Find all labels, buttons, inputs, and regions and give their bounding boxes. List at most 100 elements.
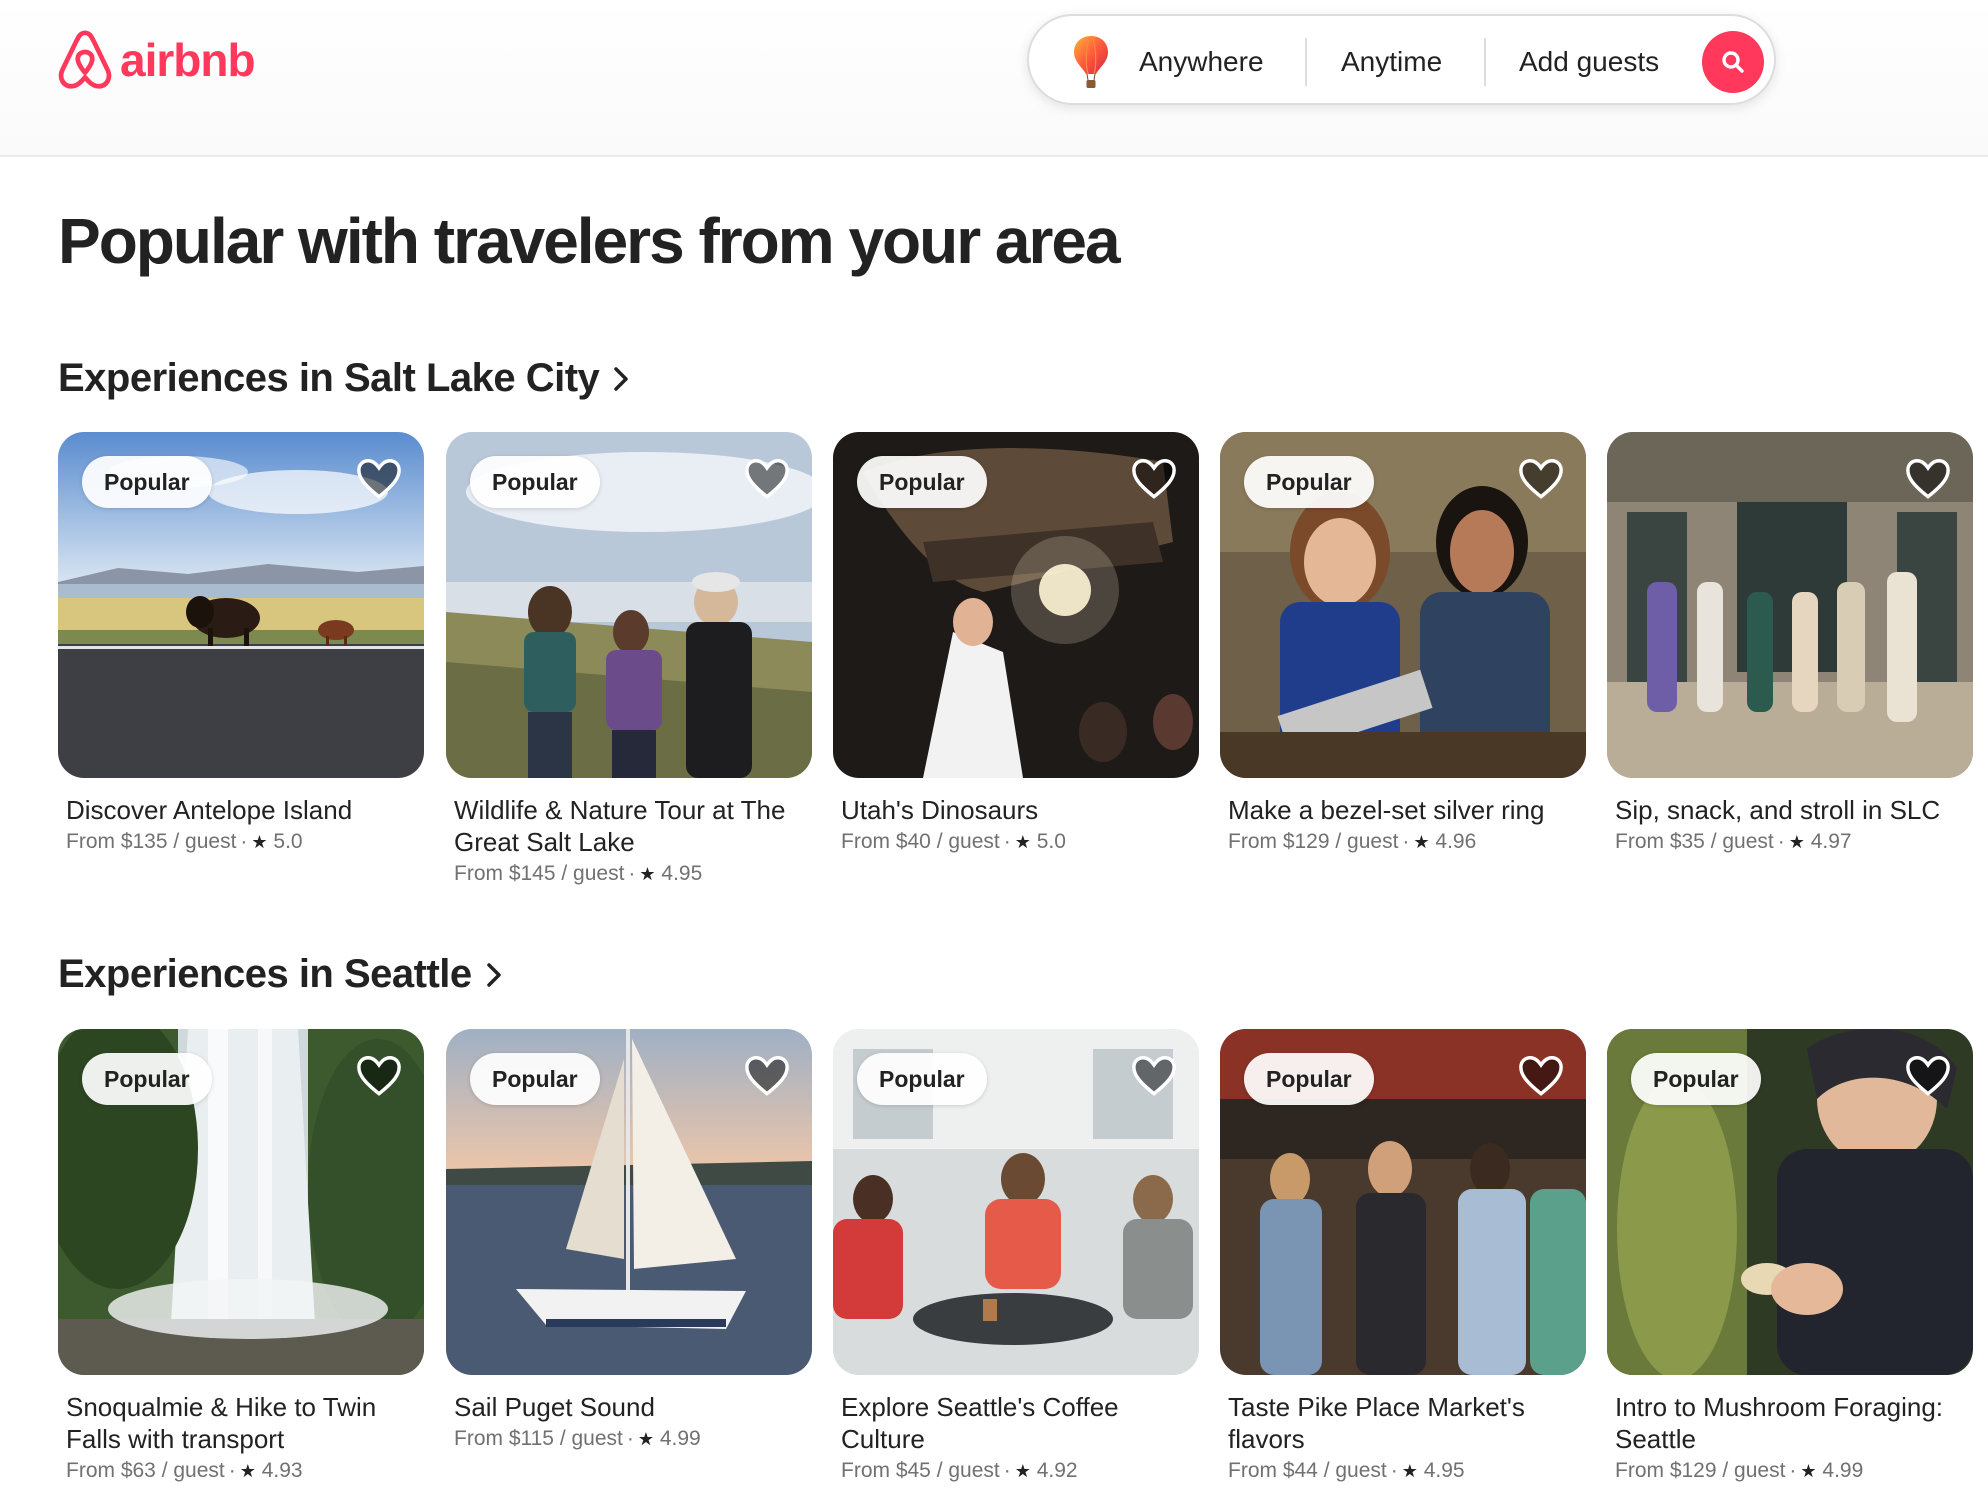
experience-card[interactable]: Popular Snoqualmie & Hike to Twin Falls … <box>58 1029 424 1487</box>
card-price: From $40 / guest <box>841 830 1000 853</box>
search-button[interactable] <box>1702 31 1764 93</box>
airbnb-logo[interactable]: airbnb <box>56 28 256 92</box>
card-price-rating: From $44 / guest · ★ 4.95 <box>1228 1459 1465 1482</box>
star-icon: ★ <box>251 832 268 852</box>
card-image: Popular <box>1220 432 1586 778</box>
add-guests-button[interactable]: Add guests <box>1519 16 1659 107</box>
card-price: From $145 / guest <box>454 862 625 885</box>
card-image: Popular <box>833 432 1199 778</box>
star-icon: ★ <box>639 864 656 884</box>
popular-badge: Popular <box>1244 456 1374 508</box>
heart-icon[interactable] <box>1131 1053 1177 1097</box>
popular-badge: Popular <box>82 1053 212 1105</box>
popular-badge: Popular <box>857 1053 987 1105</box>
card-price-rating: From $35 / guest · ★ 4.97 <box>1615 830 1852 853</box>
card-price-rating: From $135 / guest · ★ 5.0 <box>66 830 303 853</box>
card-price-rating: From $63 / guest · ★ 4.93 <box>66 1459 303 1482</box>
popular-badge: Popular <box>470 1053 600 1105</box>
popular-badge: Popular <box>470 456 600 508</box>
popular-badge: Popular <box>857 456 987 508</box>
heart-icon[interactable] <box>744 1053 790 1097</box>
card-price-rating: From $45 / guest · ★ 4.92 <box>841 1459 1078 1482</box>
heart-icon[interactable] <box>1905 1053 1951 1097</box>
card-price: From $129 / guest <box>1228 830 1399 853</box>
card-image: Popular <box>446 432 812 778</box>
top-header: airbnb Anywhere Anytime Add guests <box>0 0 1988 157</box>
card-title: Intro to Mushroom Foraging: Seattle <box>1615 1392 1944 1454</box>
experience-card[interactable]: Popular Sail Puget Sound From $115 / gue… <box>446 1029 812 1455</box>
card-rating: 4.95 <box>1423 1459 1465 1482</box>
section-title-salt-lake-city[interactable]: Experiences in Salt Lake City <box>58 356 629 401</box>
card-rating: 4.92 <box>1036 1459 1078 1482</box>
card-title: Explore Seattle's Coffee Culture <box>841 1392 1119 1454</box>
experience-card[interactable]: Sip, snack, and stroll in SLC From $35 /… <box>1607 432 1973 858</box>
card-title: Utah's Dinosaurs <box>841 795 1039 825</box>
experience-card[interactable]: Popular Utah's Dinosaurs From $40 / gues… <box>833 432 1199 858</box>
card-price-rating: From $129 / guest · ★ 4.99 <box>1615 1459 1864 1482</box>
card-title: Snoqualmie & Hike to Twin Falls with tra… <box>66 1392 377 1454</box>
card-price-rating: From $115 / guest · ★ 4.99 <box>454 1427 701 1450</box>
card-price: From $129 / guest <box>1615 1459 1786 1482</box>
card-image: Popular <box>446 1029 812 1375</box>
star-icon: ★ <box>1800 1461 1817 1481</box>
card-rating: 4.99 <box>659 1427 701 1450</box>
brand-name: airbnb <box>120 34 256 86</box>
search-bar[interactable]: Anywhere Anytime Add guests <box>1027 14 1776 105</box>
card-rating: 4.95 <box>661 862 703 885</box>
card-rating: 5.0 <box>273 830 303 853</box>
card-price-rating: From $145 / guest · ★ 4.95 <box>454 862 703 885</box>
star-icon: ★ <box>1401 1461 1418 1481</box>
star-icon: ★ <box>637 1429 655 1449</box>
card-rating: 4.97 <box>1810 830 1852 853</box>
card-price: From $45 / guest <box>841 1459 1000 1482</box>
experience-card[interactable]: Popular Taste Pike Place Market's flavor… <box>1220 1029 1586 1487</box>
heart-icon[interactable] <box>1518 1053 1564 1097</box>
card-price: From $44 / guest <box>1228 1459 1387 1482</box>
anywhere-button[interactable]: Anywhere <box>1139 16 1264 107</box>
heart-icon[interactable] <box>356 456 402 500</box>
card-rating: 4.93 <box>261 1459 303 1482</box>
section-title-text: Experiences in Seattle <box>58 952 472 996</box>
heart-icon[interactable] <box>744 456 790 500</box>
star-icon: ★ <box>1788 832 1805 852</box>
card-image: Popular <box>1220 1029 1586 1375</box>
chevron-right-icon <box>614 366 629 391</box>
chevron-right-icon <box>486 962 501 987</box>
popular-badge: Popular <box>82 456 212 508</box>
experience-card[interactable]: Popular Make a bezel-set silver ring Fro… <box>1220 432 1586 858</box>
section-title-text: Experiences in Salt Lake City <box>58 356 600 400</box>
card-title: Sip, snack, and stroll in SLC <box>1615 795 1941 825</box>
card-price: From $63 / guest <box>66 1459 225 1482</box>
card-price: From $115 / guest <box>454 1427 623 1450</box>
card-price-rating: From $129 / guest · ★ 4.96 <box>1228 830 1477 853</box>
card-price: From $135 / guest <box>66 830 237 853</box>
popular-badge: Popular <box>1244 1053 1374 1105</box>
heart-icon[interactable] <box>1518 456 1564 500</box>
card-image: Popular <box>833 1029 1199 1375</box>
star-icon: ★ <box>239 1461 256 1481</box>
star-icon: ★ <box>1014 1461 1031 1481</box>
star-icon: ★ <box>1413 832 1430 852</box>
airbnb-logo-icon <box>58 30 112 89</box>
card-image: Popular <box>58 432 424 778</box>
card-title: Sail Puget Sound <box>454 1392 655 1422</box>
card-row-salt-lake-city: Popular Discover Antelope Island From $1… <box>58 432 1988 892</box>
card-title: Taste Pike Place Market's flavors <box>1228 1392 1525 1454</box>
heart-icon[interactable] <box>356 1053 402 1097</box>
anytime-button[interactable]: Anytime <box>1341 16 1442 107</box>
search-divider <box>1484 38 1486 86</box>
experience-card[interactable]: Popular Explore Seattle's Coffee Culture… <box>833 1029 1199 1487</box>
card-rating: 4.99 <box>1822 1459 1864 1482</box>
heart-icon[interactable] <box>1131 456 1177 500</box>
heart-icon[interactable] <box>1905 456 1951 500</box>
experience-card[interactable]: Popular Intro to Mushroom Foraging: Seat… <box>1607 1029 1973 1487</box>
experience-card[interactable]: Popular Discover Antelope Island From $1… <box>58 432 424 858</box>
card-price: From $35 / guest <box>1615 830 1774 853</box>
hot-air-balloon-icon <box>1074 35 1108 88</box>
experience-card[interactable]: Popular Wildlife & Nature Tour at The Gr… <box>446 432 812 890</box>
card-rating: 4.96 <box>1435 830 1477 853</box>
card-image: Popular <box>58 1029 424 1375</box>
page-title: Popular with travelers from your area <box>58 205 1121 277</box>
search-divider <box>1305 38 1307 86</box>
section-title-seattle[interactable]: Experiences in Seattle <box>58 952 502 997</box>
